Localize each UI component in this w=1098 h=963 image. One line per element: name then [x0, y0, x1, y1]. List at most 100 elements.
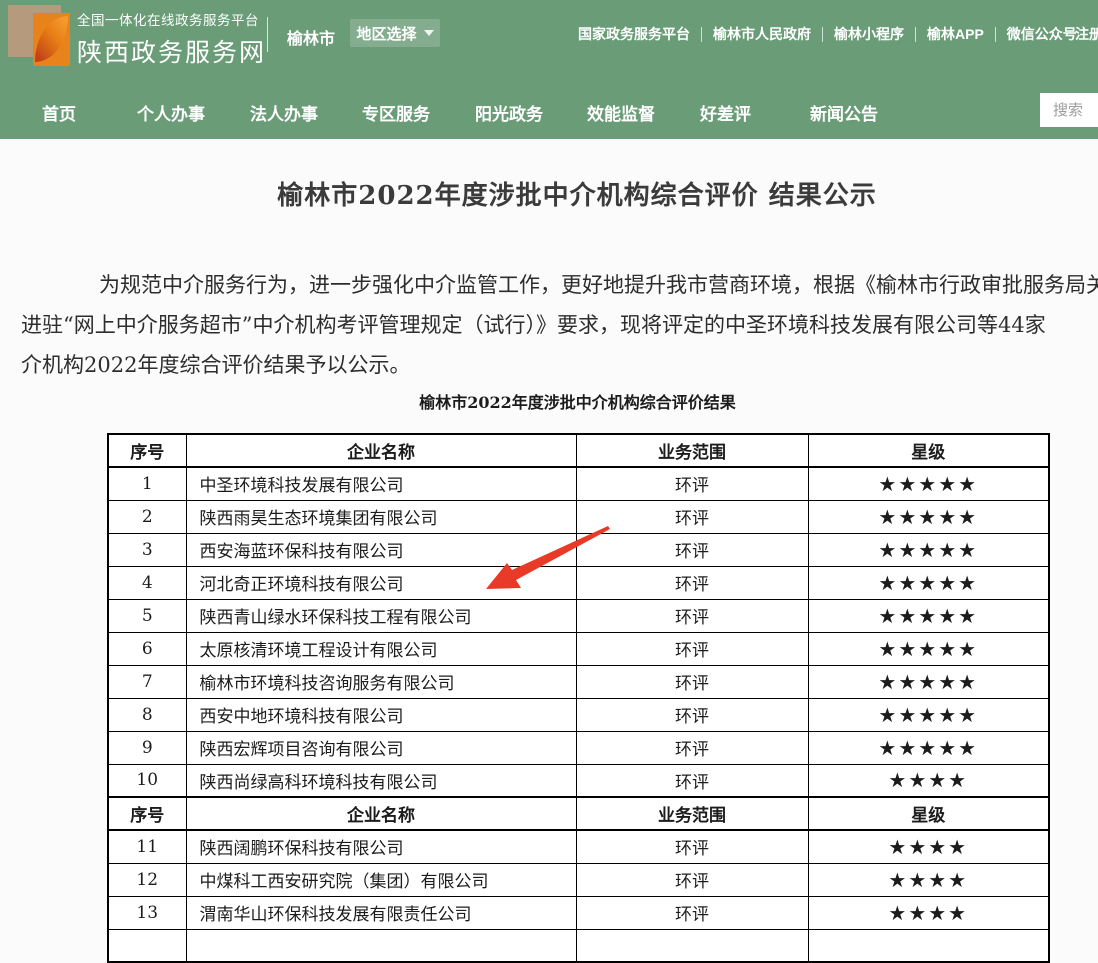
cell-scope: 环评 — [576, 731, 808, 764]
col-header-no: 序号 — [108, 797, 186, 830]
link-app[interactable]: 榆林APP — [927, 24, 984, 44]
cell-scope: 环评 — [576, 863, 808, 896]
cell-stars: ★★★★★ — [808, 698, 1049, 731]
search-input[interactable] — [1040, 93, 1098, 127]
cell-no: 1 — [108, 467, 186, 500]
cell-scope: 环评 — [576, 500, 808, 533]
evaluation-results-table: 序号 企业名称 业务范围 星级 1 中圣环境科技发展有限公司 环评 ★★★★★ … — [107, 433, 1050, 963]
cell-name: 太原核清环境工程设计有限公司 — [186, 632, 576, 665]
cell-name: 中圣环境科技发展有限公司 — [186, 467, 576, 500]
cell-no: 5 — [108, 599, 186, 632]
chevron-down-icon — [424, 30, 434, 36]
cell-scope: 环评 — [576, 632, 808, 665]
cell-stars: ★★★★★ — [808, 665, 1049, 698]
cell-no: 7 — [108, 665, 186, 698]
region-selector-label: 地区选择 — [356, 23, 416, 44]
link-separator — [701, 27, 702, 42]
link-wechat[interactable]: 微信公众号 — [1007, 24, 1077, 44]
header-divider — [267, 17, 268, 52]
cell-scope: 环评 — [576, 830, 808, 863]
paragraph-line: 进驻“网上中介服务超市”中介机构考评管理规定（试行）》要求，现将评定的中圣环境科… — [21, 305, 1098, 345]
cell-stars: ★★★★★ — [808, 533, 1049, 566]
cell-name: 河北奇正环境科技有限公司 — [186, 566, 576, 599]
cell-name: 西安海蓝环保科技有限公司 — [186, 533, 576, 566]
table-row: 10 陕西尚绿高科环境科技有限公司 环评 ★★★★ — [108, 764, 1049, 797]
site-logo-icon — [8, 5, 70, 67]
nav-item-news[interactable]: 新闻公告 — [810, 100, 878, 125]
cell-no: 12 — [108, 863, 186, 896]
site-header: 全国一体化在线政务服务平台 陕西政务服务网 榆林市 地区选择 国家政务服务平台 … — [0, 0, 1098, 139]
table-row: 8 西安中地环境科技有限公司 环评 ★★★★★ — [108, 698, 1049, 731]
nav-item-transparency[interactable]: 阳光政务 — [475, 100, 543, 125]
table-header-row: 序号 企业名称 业务范围 星级 — [108, 434, 1049, 467]
cell-name: 中煤科工西安研究院（集团）有限公司 — [186, 863, 576, 896]
col-header-scope: 业务范围 — [576, 797, 808, 830]
table-row: 3 西安海蓝环保科技有限公司 环评 ★★★★★ — [108, 533, 1049, 566]
cell-stars: ★★★★★ — [808, 566, 1049, 599]
cell-no: 10 — [108, 764, 186, 797]
col-header-scope: 业务范围 — [576, 434, 808, 467]
table-row: 7 榆林市环境科技咨询服务有限公司 环评 ★★★★★ — [108, 665, 1049, 698]
link-mini-program[interactable]: 榆林小程序 — [834, 24, 904, 44]
table-row: 12 中煤科工西安研究院（集团）有限公司 环评 ★★★★ — [108, 863, 1049, 896]
region-selector-button[interactable]: 地区选择 — [350, 19, 440, 47]
cell-name: 渭南华山环保科技发展有限责任公司 — [186, 896, 576, 929]
logo-leaf-icon — [35, 16, 68, 62]
cell-no: 9 — [108, 731, 186, 764]
paragraph-line: 为规范中介服务行为，进一步强化中介监管工作，更好地提升我市营商环境，根据《榆林市… — [21, 265, 1098, 305]
cell-no: 13 — [108, 896, 186, 929]
cell-stars: ★★★★ — [808, 830, 1049, 863]
cell-name: 陕西雨昊生态环境集团有限公司 — [186, 500, 576, 533]
nav-item-supervision[interactable]: 效能监督 — [587, 100, 655, 125]
table-row: 2 陕西雨昊生态环境集团有限公司 环评 ★★★★★ — [108, 500, 1049, 533]
table-row: 11 陕西阔鹏环保科技有限公司 环评 ★★★★ — [108, 830, 1049, 863]
article: 榆林市2022年度涉批中介机构综合评价 结果公示 为规范中介服务行为，进一步强化… — [21, 139, 1098, 963]
cell-scope: 环评 — [576, 533, 808, 566]
table-row: 9 陕西宏辉项目咨询有限公司 环评 ★★★★★ — [108, 731, 1049, 764]
link-separator — [822, 27, 823, 42]
link-national-platform[interactable]: 国家政务服务平台 — [578, 24, 690, 44]
nav-item-personal[interactable]: 个人办事 — [137, 100, 205, 125]
nav-item-home[interactable]: 首页 — [42, 100, 76, 125]
cell-no: 3 — [108, 533, 186, 566]
cell-stars: ★★★★ — [808, 764, 1049, 797]
link-separator — [995, 27, 996, 42]
nav-item-rating[interactable]: 好差评 — [700, 100, 751, 125]
table-row: 5 陕西青山绿水环保科技工程有限公司 环评 ★★★★★ — [108, 599, 1049, 632]
cell-stars: ★★★★★ — [808, 500, 1049, 533]
notice-paragraph: 为规范中介服务行为，进一步强化中介监管工作，更好地提升我市营商环境，根据《榆林市… — [21, 265, 1098, 385]
link-separator — [915, 27, 916, 42]
cell-stars: ★★★★★ — [808, 632, 1049, 665]
register-link[interactable]: 注册 — [1075, 24, 1098, 44]
table-row-highlighted: 4 河北奇正环境科技有限公司 环评 ★★★★★ — [108, 566, 1049, 599]
platform-label: 全国一体化在线政务服务平台 — [77, 9, 266, 29]
cell-scope: 环评 — [576, 896, 808, 929]
cell-stars: ★★★★★ — [808, 731, 1049, 764]
logo-orange-square — [33, 13, 70, 66]
cell-name: 榆林市环境科技咨询服务有限公司 — [186, 665, 576, 698]
cell-scope: 环评 — [576, 599, 808, 632]
cell-scope: 环评 — [576, 665, 808, 698]
table-header-row-repeat: 序号 企业名称 业务范围 星级 — [108, 797, 1049, 830]
cell-name: 陕西阔鹏环保科技有限公司 — [186, 830, 576, 863]
cell-no: 4 — [108, 566, 186, 599]
col-header-no: 序号 — [108, 434, 186, 467]
cell-name: 陕西尚绿高科环境科技有限公司 — [186, 764, 576, 797]
nav-item-zone-services[interactable]: 专区服务 — [362, 100, 430, 125]
page-title: 榆林市2022年度涉批中介机构综合评价 结果公示 — [21, 176, 1098, 216]
current-city-label: 榆林市 — [287, 25, 335, 49]
cell-stars: ★★★★★ — [808, 467, 1049, 500]
col-header-name: 企业名称 — [186, 797, 576, 830]
cell-scope: 环评 — [576, 764, 808, 797]
cell-scope: 环评 — [576, 467, 808, 500]
cell-stars: ★★★★★ — [808, 599, 1049, 632]
nav-item-legal-person[interactable]: 法人办事 — [250, 100, 318, 125]
link-city-government[interactable]: 榆林市人民政府 — [713, 24, 811, 44]
table-row: 1 中圣环境科技发展有限公司 环评 ★★★★★ — [108, 467, 1049, 500]
cell-name: 陕西青山绿水环保科技工程有限公司 — [186, 599, 576, 632]
paragraph-line: 介机构2022年度综合评价结果予以公示。 — [21, 345, 1098, 385]
cell-scope: 环评 — [576, 566, 808, 599]
cell-no: 6 — [108, 632, 186, 665]
col-header-name: 企业名称 — [186, 434, 576, 467]
cell-no: 2 — [108, 500, 186, 533]
